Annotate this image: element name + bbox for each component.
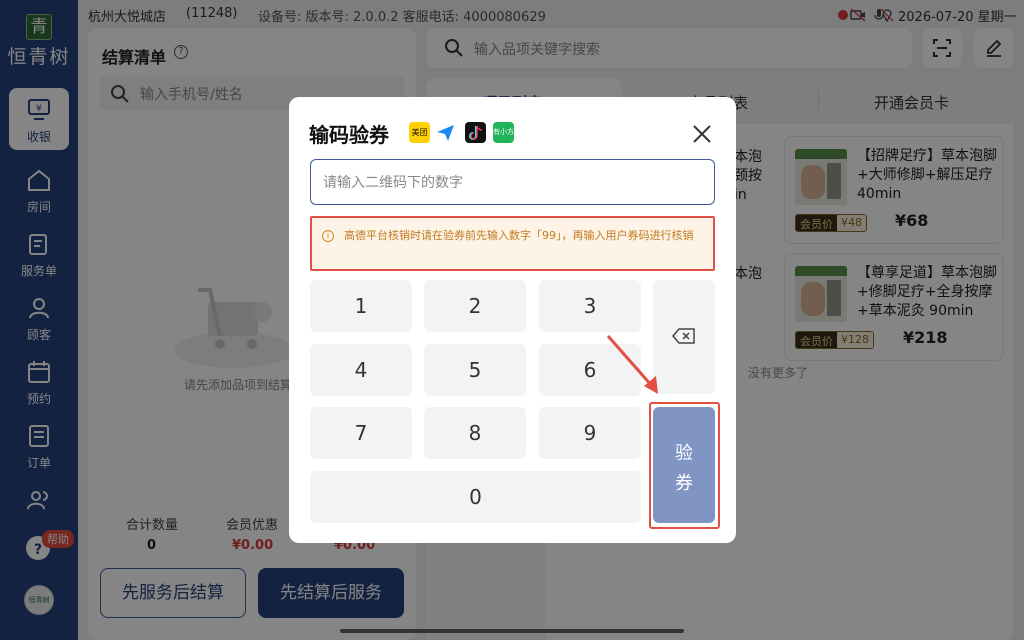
coupon-code-placeholder: 请输入二维码下的数字 <box>323 175 463 191</box>
home-indicator <box>340 629 684 633</box>
douyin-icon <box>465 122 486 143</box>
keypad-1[interactable]: 1 <box>310 280 412 332</box>
meituan-icon: 美团 <box>409 122 430 143</box>
keypad-8[interactable]: 8 <box>424 407 526 459</box>
backspace-icon <box>672 328 695 344</box>
keypad-4[interactable]: 4 <box>310 344 412 396</box>
coupon-verify-dialog: 输码验券 美团 有小方 请输入二维码下的数字 i 高德平台核销时请在验券前先输入… <box>289 97 736 543</box>
keypad-9[interactable]: 9 <box>539 407 641 459</box>
dialog-title: 输码验券 <box>309 123 389 147</box>
keypad-5[interactable]: 5 <box>424 344 526 396</box>
youxiaofang-icon: 有小方 <box>493 122 514 143</box>
close-icon[interactable] <box>689 121 715 147</box>
keypad-0[interactable]: 0 <box>310 471 641 523</box>
notice-banner: i 高德平台核销时请在验券前先输入数字「99」，再输入用户券码进行核销 <box>310 216 715 271</box>
coupon-code-input[interactable]: 请输入二维码下的数字 <box>310 159 715 205</box>
amap-icon <box>435 122 456 143</box>
annotation-arrow <box>606 335 658 394</box>
keypad-2[interactable]: 2 <box>424 280 526 332</box>
notice-text: 高德平台核销时请在验券前先输入数字「99」，再输入用户券码进行核销 <box>344 229 694 242</box>
keypad-7[interactable]: 7 <box>310 407 412 459</box>
verify-highlight-box <box>649 402 720 529</box>
keypad-3[interactable]: 3 <box>539 280 641 332</box>
info-icon: i <box>322 230 334 242</box>
